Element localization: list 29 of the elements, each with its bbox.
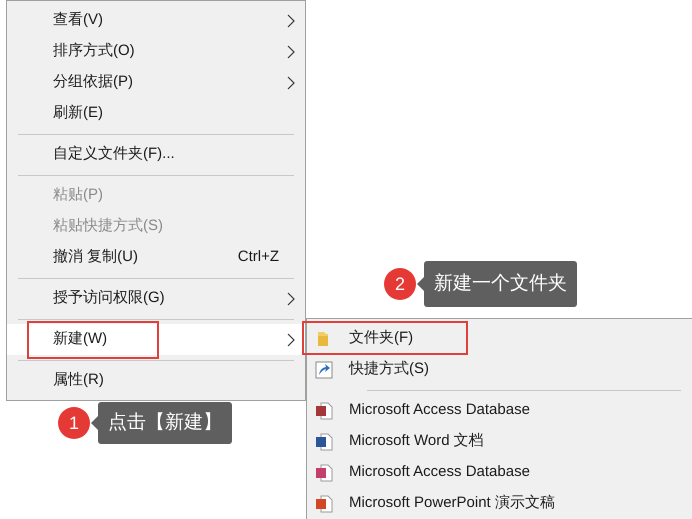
chevron-right-icon	[287, 332, 295, 346]
callout-bubble: 新建一个文件夹	[424, 261, 577, 307]
shortcut-text: Ctrl+Z	[238, 247, 279, 268]
document-icon	[315, 402, 333, 420]
submenu-item[interactable]: Microsoft PowerPoint 演示文稿	[307, 488, 692, 519]
menu-item[interactable]: 刷新(E)	[7, 98, 305, 129]
submenu-item[interactable]: Microsoft Access Database	[307, 395, 692, 426]
chevron-right-icon	[287, 14, 295, 28]
submenu-item[interactable]: Microsoft Word 文档	[307, 426, 692, 457]
document-icon	[315, 464, 333, 482]
menu-item[interactable]: 属性(R)	[7, 365, 305, 396]
step-number-badge: 1	[58, 407, 90, 439]
submenu-item[interactable]: Microsoft Access Database	[307, 457, 692, 488]
menu-item[interactable]: 排序方式(O)	[7, 36, 305, 67]
step-number-badge: 2	[384, 268, 416, 300]
menu-item[interactable]: 撤消 复制(U) Ctrl+Z	[7, 242, 305, 273]
submenu-item[interactable]: 文件夹(F)	[307, 323, 692, 354]
chevron-right-icon	[287, 292, 295, 306]
menu-item[interactable]: 授予访问权限(G)	[7, 283, 305, 314]
menu-item[interactable]: 自定义文件夹(F)...	[7, 139, 305, 170]
chevron-right-icon	[287, 76, 295, 90]
folder-icon	[315, 330, 331, 348]
document-icon	[315, 494, 333, 512]
menu-item[interactable]: 分组依据(P)	[7, 67, 305, 98]
document-icon	[315, 432, 333, 450]
callout-bubble: 点击【新建】	[98, 402, 232, 444]
menu-item[interactable]: 查看(V)	[7, 5, 305, 36]
submenu-item[interactable]: 快捷方式(S)	[307, 354, 692, 385]
chevron-right-icon	[287, 44, 295, 58]
